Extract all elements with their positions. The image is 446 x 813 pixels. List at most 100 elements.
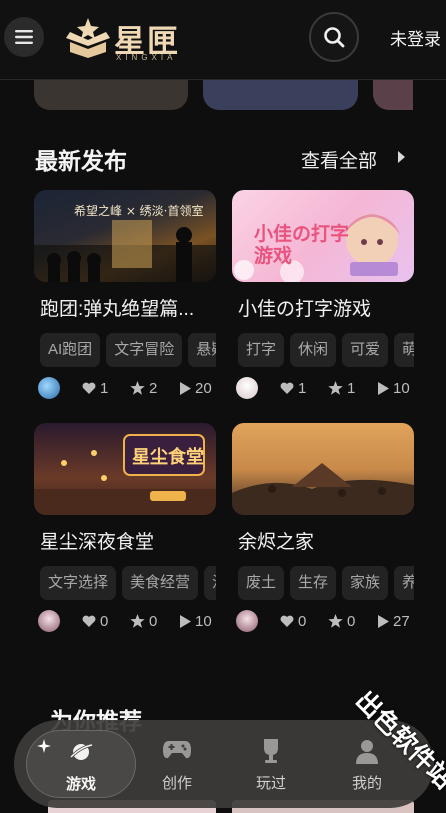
tag-list: 废土生存家族养成	[238, 566, 414, 600]
thumbnail-art	[34, 434, 216, 515]
tag-list: 打字 休闲 可爱萌	[238, 333, 414, 367]
banner-card-peek[interactable]	[373, 80, 413, 110]
play-icon	[378, 381, 389, 395]
tag[interactable]: 休闲	[290, 333, 337, 367]
stars-stat: 2	[130, 377, 157, 399]
gamepad-icon	[163, 741, 191, 759]
heart-icon	[82, 615, 96, 627]
app-logo[interactable]: 星匣 XINGXIA	[62, 16, 180, 64]
likes-stat: 0	[82, 610, 108, 632]
likes-count: 1	[100, 379, 109, 397]
star-icon	[328, 381, 343, 395]
play-icon	[378, 614, 389, 628]
tag[interactable]: 打字	[238, 333, 285, 367]
game-thumbnail[interactable]: 星尘食堂	[34, 423, 216, 515]
tag[interactable]: 文字冒险	[106, 333, 183, 367]
search-button[interactable]	[309, 12, 359, 62]
plays-stat: 27	[378, 610, 410, 632]
plays-stat: 10	[180, 610, 212, 632]
stars-stat: 0	[130, 610, 157, 632]
see-all-link[interactable]: 查看全部	[301, 146, 377, 173]
stars-stat: 1	[328, 377, 355, 399]
planet-icon	[69, 743, 93, 760]
tag-list: 文字选择美食经营治愈	[40, 566, 216, 600]
tag[interactable]: AI跑团	[40, 333, 101, 367]
game-card[interactable]: 小佳の打字游戏 小佳の打字游戏 打字 休闲 可爱萌 1 1 10	[232, 190, 414, 400]
author-avatar[interactable]	[236, 610, 258, 632]
heart-icon	[280, 615, 294, 627]
star-icon	[130, 614, 145, 628]
heart-icon	[280, 382, 294, 394]
tag[interactable]: 可爱	[342, 333, 389, 367]
tag[interactable]: 文字选择	[40, 566, 117, 600]
game-title[interactable]: 小佳の打字游戏	[238, 294, 414, 321]
tag[interactable]: 悬疑	[188, 333, 216, 367]
menu-button[interactable]	[4, 17, 44, 57]
plays-count: 10	[195, 612, 212, 630]
star-icon	[130, 381, 145, 395]
likes-stat: 1	[280, 377, 306, 399]
section-title-latest: 最新发布	[35, 148, 127, 174]
likes-stat: 0	[280, 610, 306, 632]
game-card[interactable]: 星尘食堂 星尘深夜食堂 文字选择美食经营治愈 0 0 10	[34, 423, 216, 633]
logo-subtitle: XINGXIA	[116, 53, 177, 62]
heart-icon	[82, 382, 96, 394]
game-card[interactable]: 希望之峰 × 绣淡·首领室 跑团:弹丸绝望篇... AI跑团文字冒险悬疑 1 2…	[34, 190, 216, 400]
game-title[interactable]: 星尘深夜食堂	[40, 527, 216, 554]
game-stats: 0 0 10	[38, 610, 216, 632]
tag[interactable]: 美食经营	[122, 566, 199, 600]
plays-stat: 10	[378, 377, 410, 399]
thumbnail-caption: 希望之峰 × 绣淡·首领室	[74, 204, 204, 218]
plays-count: 10	[393, 379, 410, 397]
author-avatar[interactable]	[236, 377, 258, 399]
game-thumbnail[interactable]: 小佳の打字游戏	[232, 190, 414, 282]
chevron-right-icon[interactable]	[396, 150, 406, 164]
thumbnail-caption: 小佳の打字游戏	[254, 224, 350, 267]
likes-count: 0	[298, 612, 307, 630]
plays-count: 27	[393, 612, 410, 630]
tag[interactable]: 生存	[290, 566, 337, 600]
game-stats: 1 2 20	[38, 377, 216, 399]
likes-count: 0	[100, 612, 109, 630]
tag-list: AI跑团文字冒险悬疑	[40, 333, 216, 367]
game-thumbnail[interactable]	[232, 423, 414, 515]
nav-label: 创作	[161, 775, 192, 792]
box-star-logo-icon	[66, 18, 110, 58]
tag[interactable]: 治愈	[204, 566, 216, 600]
thumbnail-art	[232, 463, 414, 515]
stars-stat: 0	[328, 610, 355, 632]
nav-label: 游戏	[65, 776, 96, 793]
trophy-icon	[264, 739, 278, 763]
game-title[interactable]: 余烬之家	[238, 527, 414, 554]
game-thumbnail[interactable]: 希望之峰 × 绣淡·首领室	[34, 190, 216, 282]
plays-stat: 20	[180, 377, 212, 399]
likes-stat: 1	[82, 377, 108, 399]
stars-count: 1	[347, 379, 356, 397]
login-link[interactable]: 未登录	[390, 25, 441, 50]
banner-card-peek[interactable]	[203, 80, 358, 110]
star-icon	[328, 614, 343, 628]
tag[interactable]: 家族	[342, 566, 389, 600]
top-bar: 星匣 XINGXIA 未登录	[0, 0, 446, 80]
game-title[interactable]: 跑团:弹丸绝望篇...	[40, 294, 216, 321]
tag[interactable]: 萌	[394, 333, 414, 367]
nav-tab-played[interactable]: 玩过	[231, 730, 311, 798]
sparkle-icon	[37, 739, 51, 753]
nav-tab-games[interactable]: 游戏	[26, 730, 136, 798]
author-avatar[interactable]	[38, 377, 60, 399]
nav-label: 玩过	[255, 775, 286, 792]
thumbnail-caption: 星尘食堂	[132, 447, 204, 467]
game-card[interactable]: 余烬之家 废土生存家族养成 0 0 27	[232, 423, 414, 633]
tag[interactable]: 养成	[394, 566, 414, 600]
stars-count: 0	[149, 612, 158, 630]
banner-card-peek[interactable]	[34, 80, 188, 110]
tag[interactable]: 废土	[238, 566, 285, 600]
author-avatar[interactable]	[38, 610, 60, 632]
plays-count: 20	[195, 379, 212, 397]
search-icon	[324, 27, 345, 48]
game-stats: 1 1 10	[236, 377, 414, 399]
play-icon	[180, 614, 191, 628]
menu-icon	[15, 30, 33, 44]
nav-tab-create[interactable]: 创作	[137, 730, 217, 798]
game-stats: 0 0 27	[236, 610, 414, 632]
